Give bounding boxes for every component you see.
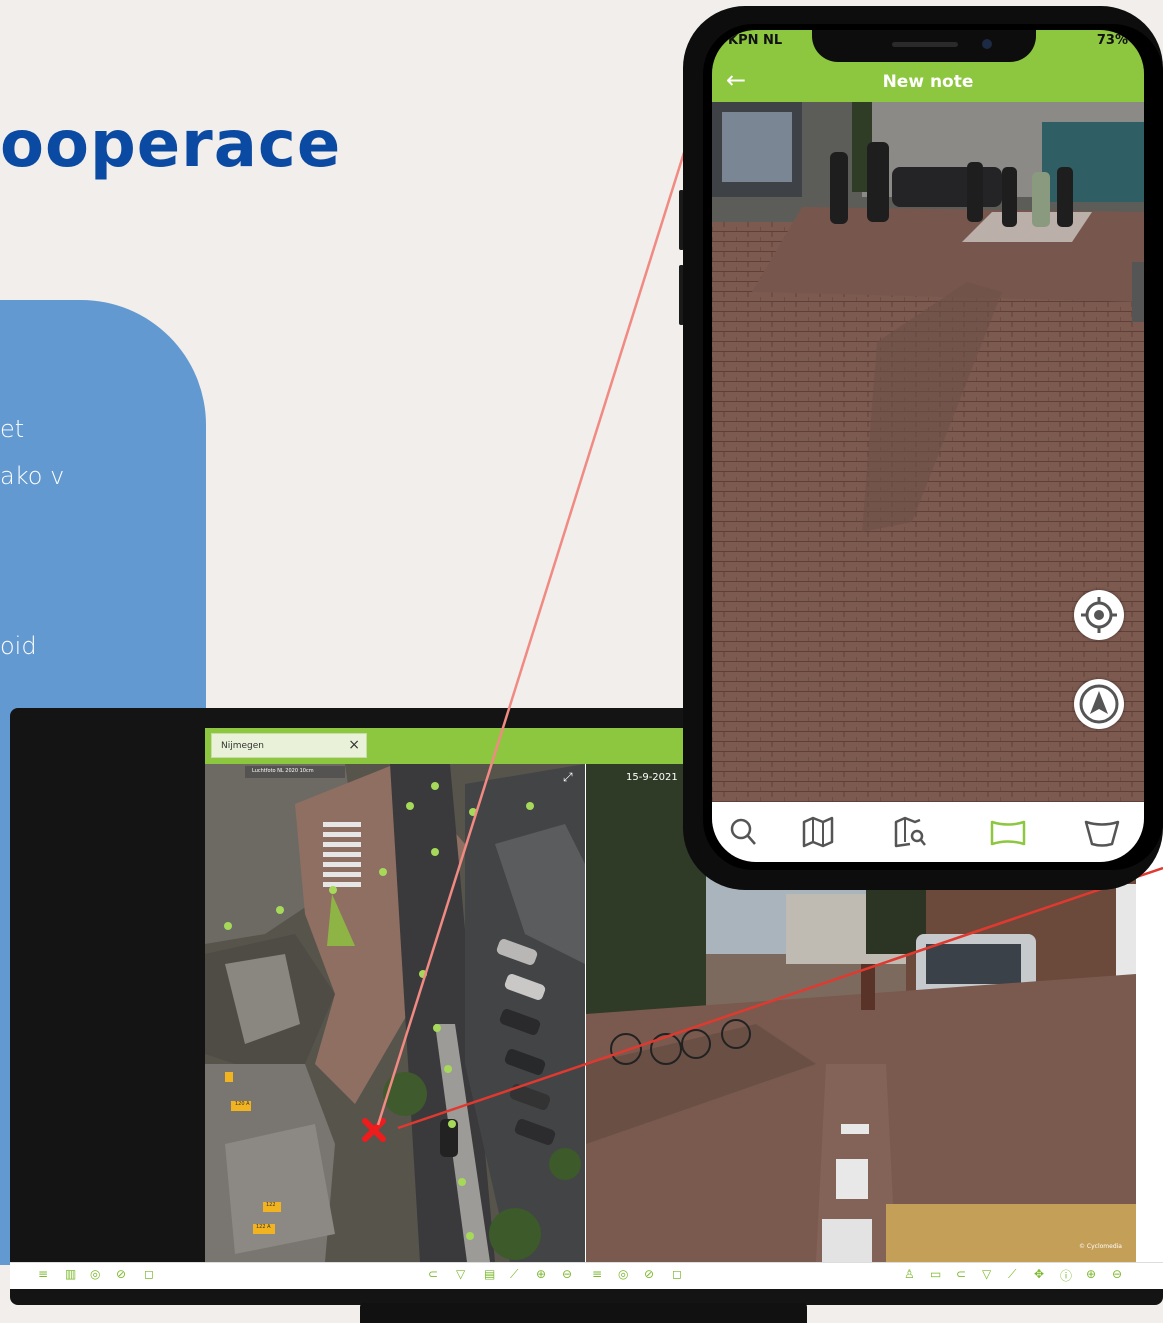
front-camera: [982, 39, 992, 49]
oblique-icon[interactable]: [1082, 814, 1122, 850]
status-bar: KPN NL 73%: [712, 30, 1144, 64]
map-search-icon[interactable]: [890, 814, 930, 850]
navigation-icon: [1079, 684, 1119, 724]
battery-label: 73%: [1096, 33, 1128, 48]
screen-title: New note: [882, 72, 974, 92]
compass-button[interactable]: [1074, 679, 1124, 729]
app-header: ← New note: [712, 64, 1144, 102]
search-icon[interactable]: [724, 814, 764, 850]
speaker-grille: [892, 42, 958, 47]
map-icon[interactable]: [798, 814, 838, 850]
crosshair-icon: [1081, 597, 1117, 633]
panorama-icon[interactable]: [988, 814, 1028, 850]
locate-button[interactable]: [1074, 590, 1124, 640]
carrier-label: KPN NL: [728, 33, 783, 48]
phone-screen: KPN NL 73% ← New note: [712, 30, 1144, 862]
phone-notch: [812, 30, 1036, 62]
bottom-navigation: [712, 802, 1144, 862]
